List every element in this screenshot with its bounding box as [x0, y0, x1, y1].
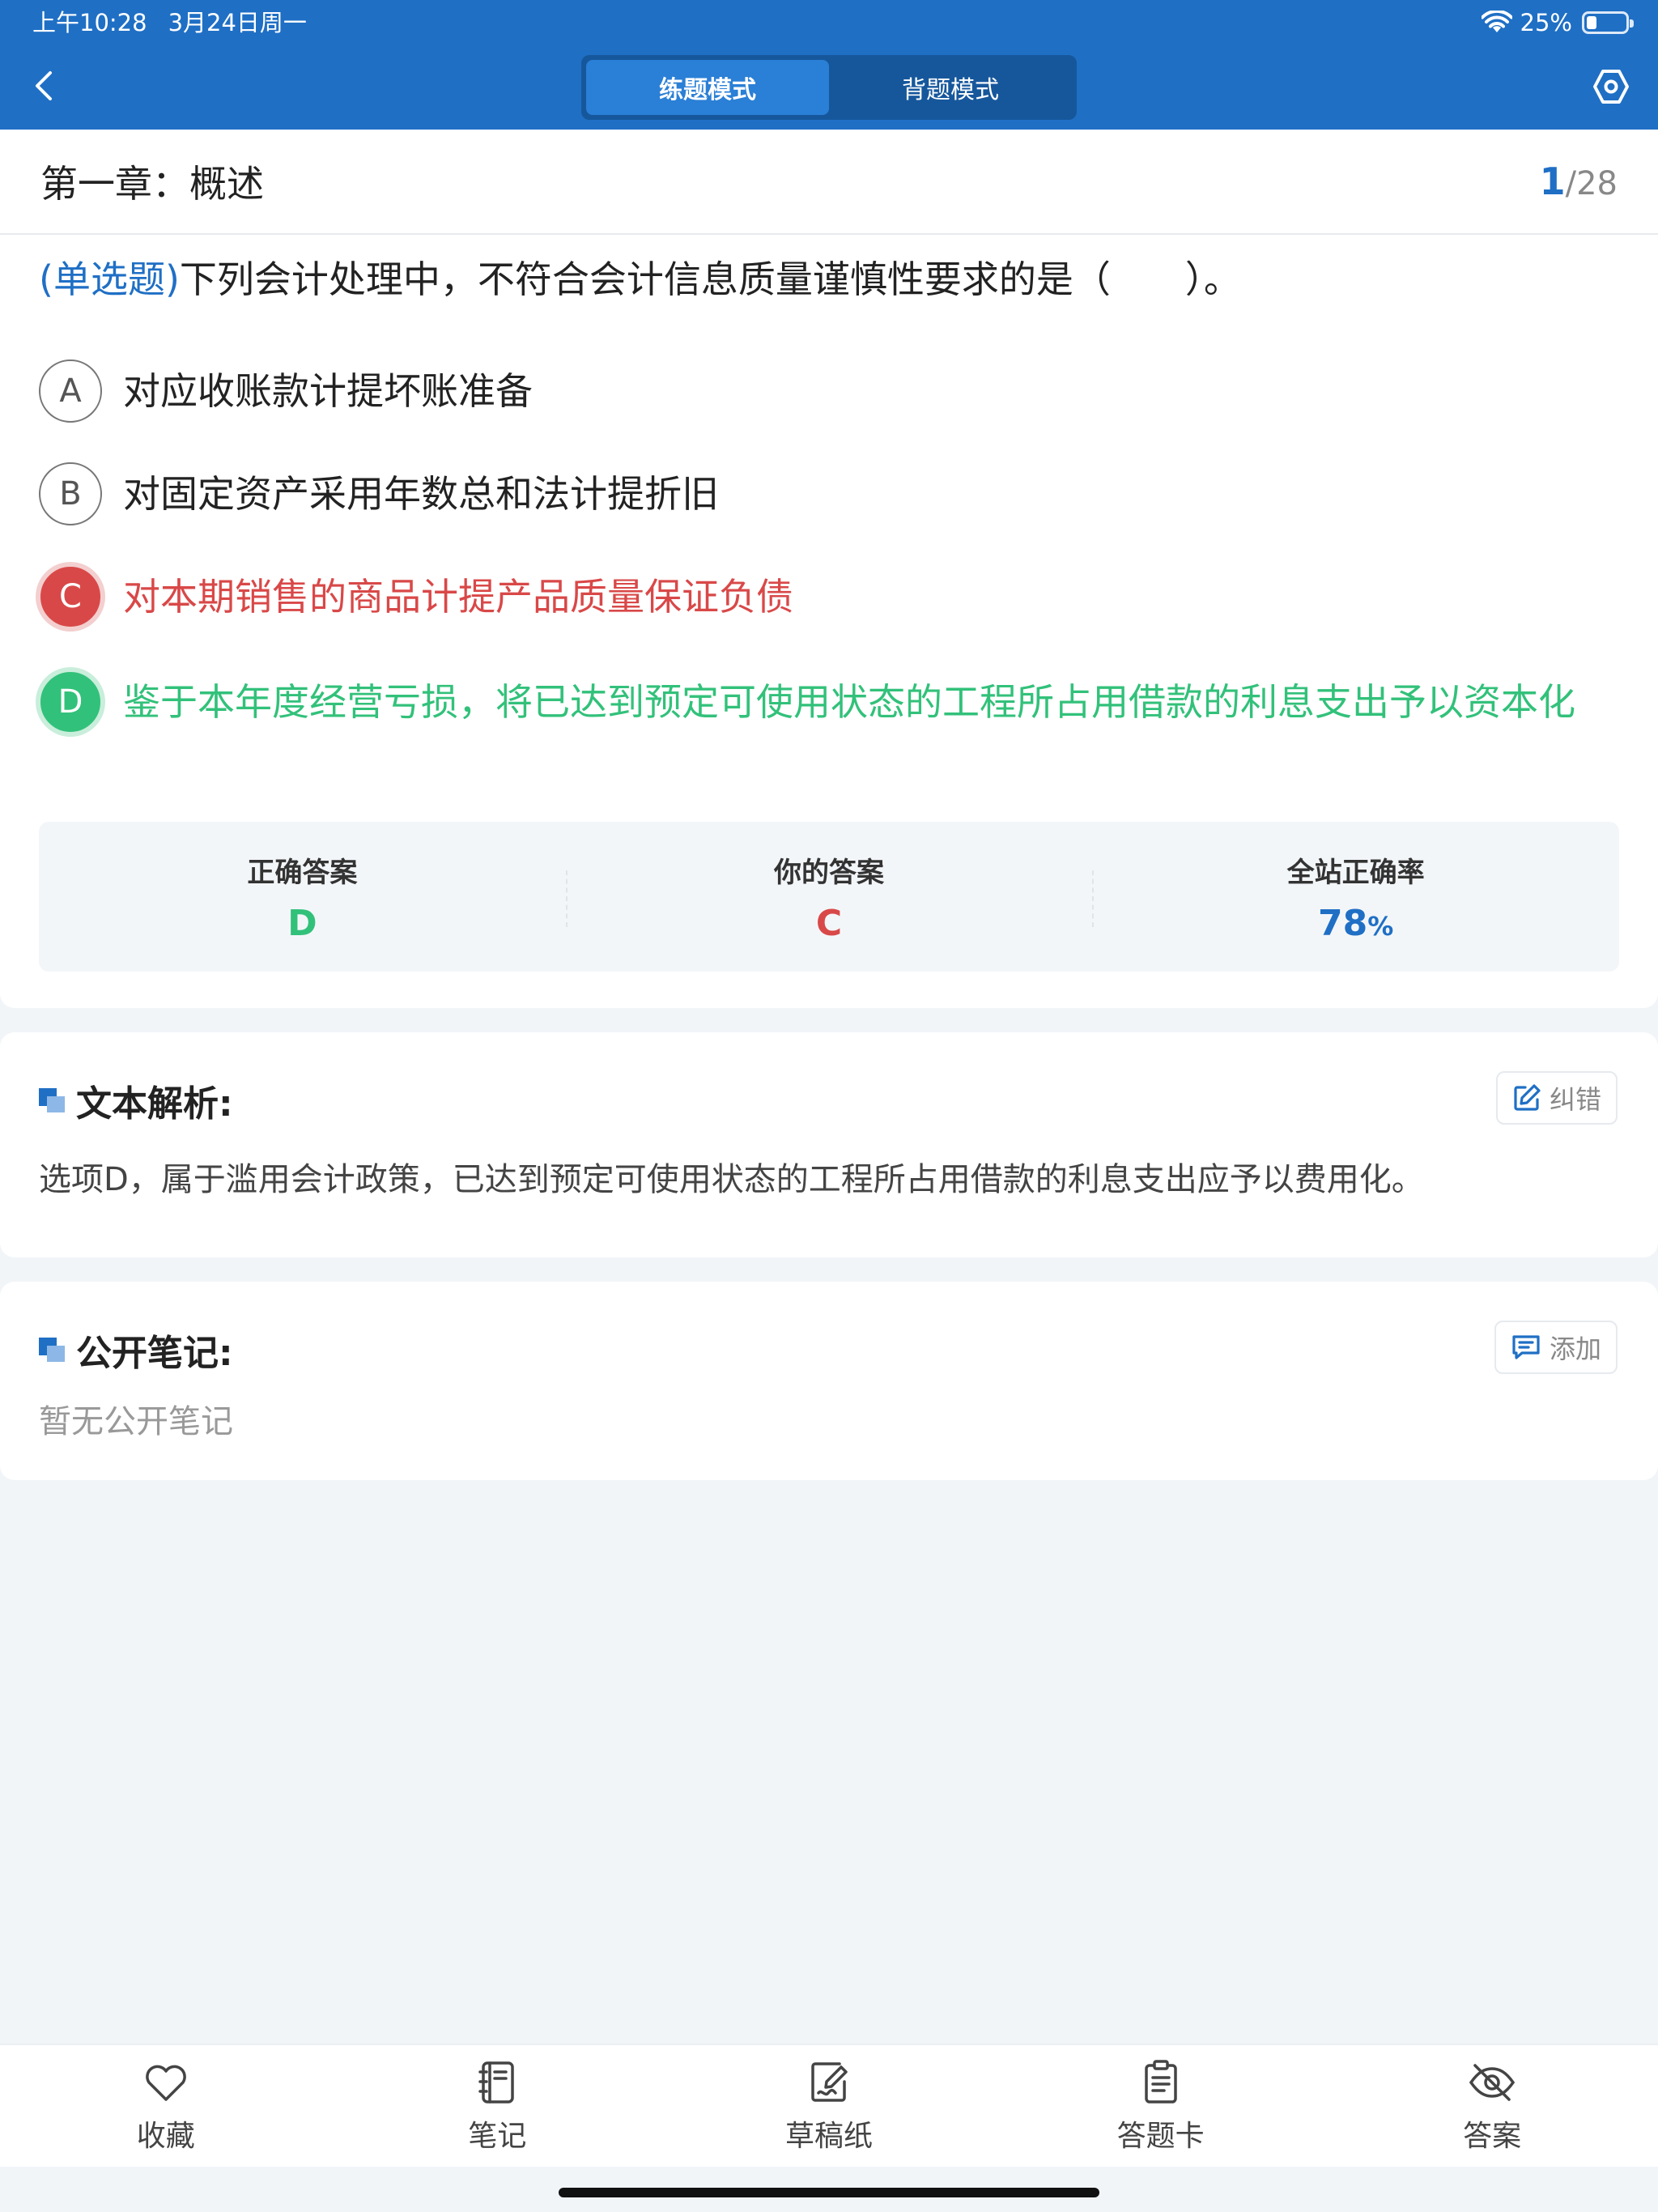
scratch-paper-label: 草稿纸 [784, 2120, 873, 2153]
question-progress: 1/28 [1540, 160, 1618, 203]
explanation-text: 选项D，属于滥用会计政策，已达到预定可使用状态的工程所占用借款的利息支出应予以费… [39, 1161, 1424, 1198]
option-letter: A [39, 359, 102, 423]
show-answer-button[interactable]: 答案 [1326, 2045, 1658, 2167]
tab-memorize-mode[interactable]: 背题模式 [829, 60, 1072, 115]
section-square-icon [39, 1338, 66, 1362]
mode-switcher: 练题模式 背题模式 [581, 55, 1077, 120]
accuracy-rate-block: 全站正确率 78% [1092, 822, 1619, 972]
accuracy-rate-label: 全站正确率 [1286, 856, 1425, 889]
bottom-toolbar: 收藏 笔记 草稿纸 答题卡 答案 [0, 2044, 1658, 2167]
question-type: (单选题) [39, 257, 180, 301]
answer-sheet-button[interactable]: 答题卡 [995, 2045, 1327, 2167]
notes-title: 公开笔记: [76, 1333, 233, 1374]
status-time: 上午10:28 [32, 9, 147, 36]
settings-button[interactable] [1585, 63, 1637, 110]
chevron-left-icon [36, 71, 52, 100]
scratch-paper-button[interactable]: 草稿纸 [663, 2045, 995, 2167]
answer-sheet-icon [1144, 2060, 1177, 2104]
question-stem: (单选题)下列会计处理中，不符合会计信息质量谨慎性要求的是（ ）。 [39, 251, 1626, 308]
your-answer-label: 你的答案 [774, 856, 884, 889]
your-answer-block: 你的答案 C [565, 822, 1093, 972]
option-text: 对固定资产采用年数总和法计提折旧 [123, 472, 719, 516]
correct-answer-label: 正确答案 [247, 856, 358, 889]
section-square-icon [39, 1088, 66, 1112]
option-c[interactable]: C 对本期销售的商品计提产品质量保证负债 [36, 562, 1626, 632]
correct-answer-value: D [287, 902, 317, 944]
answer-sheet-label: 答题卡 [1116, 2120, 1205, 2153]
answer-summary: 正确答案 D 你的答案 C 全站正确率 78% [39, 822, 1619, 972]
notes-header: 公开笔记: [39, 1324, 233, 1376]
notebook-icon [478, 2061, 515, 2104]
add-note-label: 添加 [1549, 1334, 1601, 1364]
battery-level [1587, 16, 1596, 29]
settings-icon [1593, 70, 1629, 104]
report-error-label: 纠错 [1549, 1084, 1601, 1115]
heart-icon [145, 2065, 186, 2101]
current-question-number: 1 [1539, 160, 1566, 203]
show-answer-label: 答案 [1463, 2120, 1522, 2153]
comment-icon [1512, 1335, 1540, 1359]
notes-label: 笔记 [468, 2120, 527, 2153]
eye-off-icon [1469, 2064, 1516, 2101]
edit-icon [1514, 1084, 1541, 1111]
option-letter: B [39, 462, 102, 525]
question-text: 下列会计处理中，不符合会计信息质量谨慎性要求的是（ ）。 [179, 257, 1241, 301]
option-text: 对应收账款计提坏账准备 [123, 369, 533, 413]
tab-practice-mode[interactable]: 练题模式 [586, 60, 829, 115]
battery-percent: 25% [1520, 9, 1572, 36]
total-questions: /28 [1565, 165, 1618, 202]
option-letter: D [36, 667, 105, 737]
favorite-label: 收藏 [136, 2120, 195, 2153]
option-letter: C [36, 562, 105, 632]
option-a[interactable]: A 对应收账款计提坏账准备 [39, 359, 1626, 423]
question-card: 第一章：概述 1/28 (单选题)下列会计处理中，不符合会计信息质量谨慎性要求的… [0, 130, 1658, 1008]
accuracy-rate-number: 78 [1318, 902, 1368, 944]
status-date: 3月24日周一 [168, 9, 307, 36]
status-bar-left: 上午10:28 3月24日周一 [32, 8, 307, 37]
option-d[interactable]: D 鉴于本年度经营亏损，将已达到预定可使用状态的工程所占用借款的利息支出予以资本… [36, 667, 1626, 737]
explanation-card: 文本解析: 纠错 选项D，属于滥用会计政策，已达到预定可使用状态的工程所占用借款… [0, 1032, 1658, 1257]
wifi-icon [1481, 11, 1512, 32]
accuracy-rate-value: 78% [1318, 903, 1393, 944]
explanation-title: 文本解析: [76, 1083, 233, 1125]
top-bar: 上午10:28 3月24日周一 25% 练题模式 背题模式 [0, 0, 1658, 130]
notes-button[interactable]: 笔记 [332, 2045, 664, 2167]
chapter-title: 第一章：概述 [40, 162, 264, 206]
status-bar-right: 25% [1481, 8, 1634, 37]
battery-icon [1582, 11, 1634, 34]
explanation-header: 文本解析: [39, 1074, 233, 1126]
option-b[interactable]: B 对固定资产采用年数总和法计提折旧 [39, 462, 1626, 525]
back-button[interactable] [24, 63, 65, 108]
favorite-button[interactable]: 收藏 [0, 2045, 332, 2167]
home-indicator[interactable] [559, 2188, 1099, 2197]
report-error-button[interactable]: 纠错 [1495, 1071, 1618, 1125]
correct-answer-block: 正确答案 D [39, 822, 566, 972]
option-text: 鉴于本年度经营亏损，将已达到预定可使用状态的工程所占用借款的利息支出予以资本化 [123, 680, 1575, 724]
accuracy-rate-unit: % [1367, 910, 1394, 942]
your-answer-value: C [815, 902, 843, 944]
scratch-paper-icon [811, 2062, 848, 2102]
public-notes-card: 公开笔记: 添加 暂无公开笔记 [0, 1282, 1658, 1480]
option-text: 对本期销售的商品计提产品质量保证负债 [123, 575, 793, 619]
chapter-header: 第一章：概述 1/28 [0, 130, 1658, 235]
notes-empty-text: 暂无公开笔记 [39, 1403, 233, 1440]
add-note-button[interactable]: 添加 [1494, 1321, 1618, 1374]
